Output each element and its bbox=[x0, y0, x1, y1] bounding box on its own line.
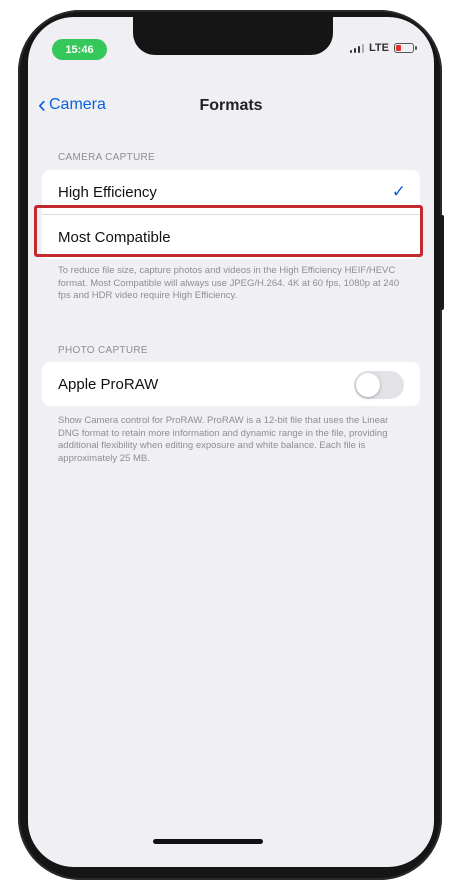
camera-capture-header: CAMERA CAPTURE bbox=[58, 152, 155, 163]
proraw-label: Apple ProRAW bbox=[58, 375, 159, 393]
status-time: 15:46 bbox=[52, 39, 107, 60]
side-button bbox=[440, 215, 444, 310]
option-label: High Efficiency bbox=[58, 183, 157, 201]
signal-icon bbox=[349, 43, 365, 53]
photo-capture-header: PHOTO CAPTURE bbox=[58, 345, 148, 356]
highlight-box bbox=[34, 205, 423, 257]
home-indicator[interactable] bbox=[153, 839, 263, 844]
photo-capture-group: Apple ProRAW bbox=[42, 362, 420, 406]
battery-icon bbox=[394, 43, 417, 53]
status-indicators: LTE bbox=[349, 42, 417, 54]
navigation-bar: ‹ Camera Formats bbox=[28, 93, 434, 123]
page-title: Formats bbox=[199, 97, 263, 114]
notch bbox=[133, 17, 333, 55]
photo-capture-footer: Show Camera control for ProRAW. ProRAW i… bbox=[58, 415, 389, 464]
battery-level bbox=[396, 45, 401, 51]
checkmark-icon: ✓ bbox=[391, 182, 406, 201]
camera-capture-footer: To reduce file size, capture photos and … bbox=[58, 265, 400, 301]
apple-proraw-row: Apple ProRAW bbox=[42, 362, 420, 406]
screen: 15:46 LTE ‹ Camera Formats CAMERA CAPTUR… bbox=[28, 17, 434, 867]
toggle-knob bbox=[356, 373, 380, 397]
network-label: LTE bbox=[369, 42, 389, 54]
proraw-toggle[interactable] bbox=[354, 371, 404, 399]
